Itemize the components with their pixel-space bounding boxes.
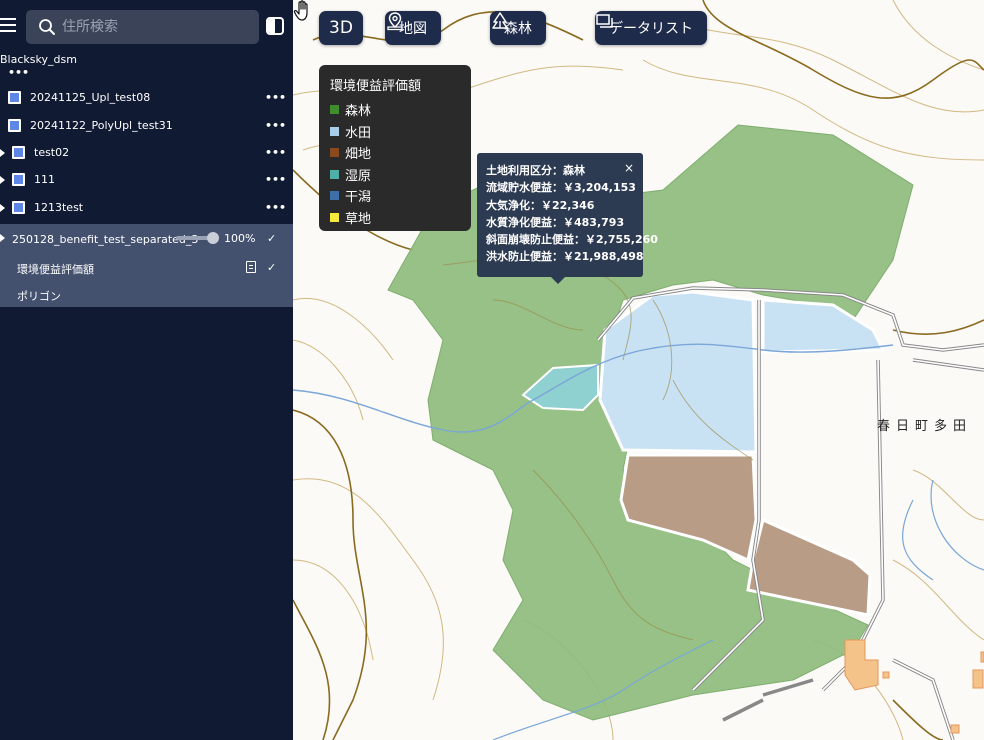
opacity-value: 100% xyxy=(224,232,256,245)
layer-item[interactable]: 111 ••• xyxy=(0,166,293,193)
layer-item[interactable]: 1213test ••• xyxy=(0,194,293,221)
layer-checkbox[interactable] xyxy=(12,146,25,159)
layer-more-icon[interactable]: ••• xyxy=(265,119,286,132)
paddy-polygon-2[interactable] xyxy=(761,298,886,354)
forest-button[interactable]: 森林 xyxy=(490,11,546,45)
expand-caret-icon[interactable] xyxy=(0,175,5,184)
layers-icon xyxy=(596,14,613,28)
legend-swatch xyxy=(330,148,339,158)
legend-label: 水田 xyxy=(345,125,372,141)
legend-swatch xyxy=(330,169,339,179)
popup-row-water-purification: 水質浄化便益：￥483,793 xyxy=(486,215,625,229)
opacity-slider[interactable] xyxy=(176,232,219,244)
opacity-slider-knob[interactable] xyxy=(207,232,219,244)
map-button[interactable]: 地図 xyxy=(385,11,441,45)
layer-visible-check-icon[interactable]: ✓ xyxy=(267,232,276,245)
layer-label: 1213test xyxy=(34,201,84,214)
document-icon[interactable] xyxy=(246,261,256,273)
active-layer: 250128_benefit_test_separated_3 100% ✓ 環… xyxy=(0,224,293,307)
menu-icon[interactable] xyxy=(0,18,16,32)
map-pin-icon xyxy=(387,12,403,31)
legend-item: 干潟 xyxy=(330,185,460,207)
sublayer-label: ポリゴン xyxy=(17,290,61,303)
layer-more-icon[interactable]: ••• xyxy=(265,91,286,104)
stream-3 xyxy=(902,479,984,581)
buildings xyxy=(844,639,984,734)
sublayer-check-icon[interactable]: ✓ xyxy=(267,261,276,274)
legend-panel: 環境便益評価額 森林 水田 畑地 湿原 干潟 草地 xyxy=(319,65,471,231)
layer-label: 20241125_Upl_test08 xyxy=(30,91,151,104)
legend-swatch xyxy=(330,212,339,222)
legend-item: 湿原 xyxy=(330,164,460,186)
legend-item: 森林 xyxy=(330,99,460,121)
popup-close-button[interactable]: × xyxy=(624,161,634,175)
layer-checkbox[interactable] xyxy=(8,119,21,132)
layer-label: test02 xyxy=(34,146,70,159)
layer-checkbox[interactable] xyxy=(8,91,21,104)
expand-caret-icon[interactable] xyxy=(0,148,5,157)
layer-checkbox[interactable] xyxy=(12,173,25,186)
legend-label: 畑地 xyxy=(345,147,372,163)
sublayer-item[interactable]: 環境便益評価額 ✓ xyxy=(0,254,293,281)
layer-checkbox[interactable] xyxy=(12,201,25,214)
legend-item: 畑地 xyxy=(330,142,460,164)
town-label: 春日町多田 xyxy=(877,419,973,434)
legend-label: 干潟 xyxy=(345,190,372,206)
layer-label: 20241122_PolyUpl_test31 xyxy=(30,119,173,132)
3d-button[interactable]: 3D xyxy=(319,11,363,45)
legend-title: 環境便益評価額 xyxy=(330,79,422,94)
layer-item[interactable]: test02 ••• xyxy=(0,139,293,166)
sublayer-label: 環境便益評価額 xyxy=(17,263,94,276)
search-box[interactable] xyxy=(26,10,259,44)
legend-label: 草地 xyxy=(345,211,372,227)
datalist-button-label: データリスト xyxy=(609,21,693,37)
group-more-icon[interactable]: ••• xyxy=(8,66,29,79)
search-icon xyxy=(39,19,55,35)
active-layer-row[interactable]: 250128_benefit_test_separated_3 100% ✓ xyxy=(0,224,293,252)
layer-label: 111 xyxy=(34,173,55,186)
layer-item[interactable]: 20241122_PolyUpl_test31 ••• xyxy=(0,112,293,139)
sidebar: Blacksky_dsm ••• 20241125_Upl_test08 •••… xyxy=(0,0,293,740)
popup-row-slope-failure: 斜面崩壊防止便益：￥2,755,260 xyxy=(486,233,658,247)
legend-swatch xyxy=(330,191,339,201)
group-title: Blacksky_dsm xyxy=(0,53,77,66)
panel-toggle-icon[interactable] xyxy=(266,17,284,35)
legend-swatch xyxy=(330,126,339,136)
legend-swatch xyxy=(330,105,339,115)
3d-button-label: 3D xyxy=(329,18,353,38)
layer-more-icon[interactable]: ••• xyxy=(265,146,286,159)
datalist-button[interactable]: データリスト xyxy=(595,11,707,45)
sublayer-item[interactable]: ポリゴン xyxy=(0,281,293,308)
layer-item[interactable]: 20241125_Upl_test08 ••• xyxy=(0,84,293,111)
search-input[interactable] xyxy=(62,19,242,35)
forest-icon xyxy=(492,12,508,29)
collapse-caret-icon[interactable] xyxy=(0,234,5,242)
popup-row-water-storage: 流域貯水便益：￥3,204,153 xyxy=(486,181,636,195)
popup-row-land-use: 土地利用区分：森林 xyxy=(486,164,585,177)
map-canvas[interactable]: 春日町多田 3D 地図 森林 データリスト 環境便益評価額 森林 水田 畑地 湿… xyxy=(293,0,984,740)
legend-item: 水田 xyxy=(330,121,460,143)
active-layer-label: 250128_benefit_test_separated_3 xyxy=(12,233,199,246)
layer-more-icon[interactable]: ••• xyxy=(265,173,286,186)
popup-row-air-purification: 大気浄化：￥22,346 xyxy=(486,198,595,212)
hand-cursor-icon xyxy=(293,0,308,21)
legend-label: 湿原 xyxy=(345,168,372,184)
legend-label: 森林 xyxy=(345,104,372,120)
feature-popup: × 土地利用区分：森林 流域貯水便益：￥3,204,153 大気浄化：￥22,3… xyxy=(477,153,658,284)
paddy-polygon-1[interactable] xyxy=(598,290,758,454)
expand-caret-icon[interactable] xyxy=(0,203,5,212)
popup-row-flood-prevention: 洪水防止便益：￥21,988,498 xyxy=(486,250,644,264)
layer-more-icon[interactable]: ••• xyxy=(265,201,286,214)
legend-item: 草地 xyxy=(330,207,460,229)
